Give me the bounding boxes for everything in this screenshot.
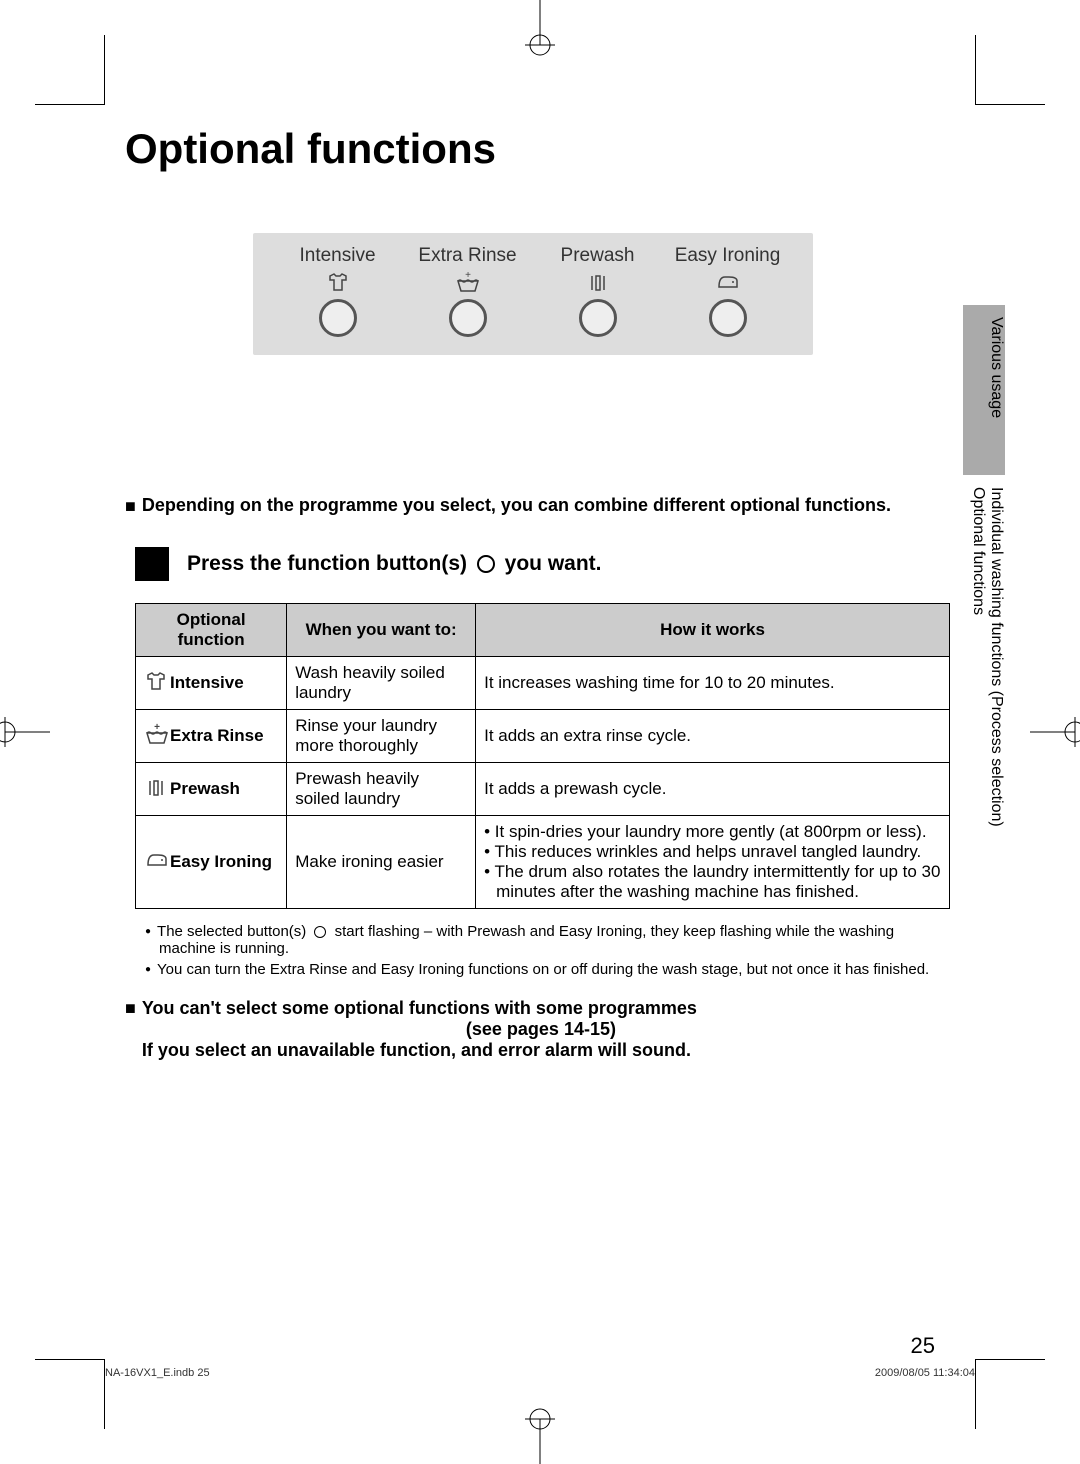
warning-line: If you select an unavailable function, a… xyxy=(142,1040,940,1061)
list-item: It spin-dries your laundry more gently (… xyxy=(484,822,941,842)
table-cell-function: Prewash xyxy=(136,763,287,816)
panel-button-intensive[interactable]: Intensive xyxy=(278,245,398,337)
step-text-after: you want. xyxy=(499,552,602,575)
panel-button-label: Intensive xyxy=(278,245,398,267)
button-panel: Intensive Extra Rinse + Prewash Easy Iro… xyxy=(253,233,813,355)
side-tab-topics: Individual washing functions (Process se… xyxy=(963,475,1005,827)
panel-button-label: Easy Ironing xyxy=(668,245,788,267)
step-text-before: Press the function button(s) xyxy=(187,552,473,575)
square-bullet-icon: ■ xyxy=(125,495,136,517)
prewash-icon xyxy=(144,777,164,802)
table-cell-function: Easy Ironing xyxy=(136,816,287,909)
notes-list: The selected button(s) start flashing – … xyxy=(145,923,940,978)
intro-text: Depending on the programme you select, y… xyxy=(142,495,891,517)
list-item: This reduces wrinkles and helps unravel … xyxy=(484,842,941,862)
table-cell-how: It increases washing time for 10 to 20 m… xyxy=(476,657,950,710)
intro-paragraph: ■ Depending on the programme you select,… xyxy=(125,495,940,517)
iron-icon xyxy=(668,271,788,293)
registration-mark xyxy=(520,1404,560,1464)
note-item: You can turn the Extra Rinse and Easy Ir… xyxy=(145,961,940,978)
basin-plus-icon: + xyxy=(408,271,528,293)
table-cell-how: It adds a prewash cycle. xyxy=(476,763,950,816)
table-header: Optional function xyxy=(136,604,287,657)
table-row: IntensiveWash heavily soiled laundryIt i… xyxy=(136,657,950,710)
panel-button-label: Extra Rinse xyxy=(408,245,528,267)
table-cell-how: It adds an extra rinse cycle. xyxy=(476,710,950,763)
warning-line: You can't select some optional functions… xyxy=(142,998,940,1019)
table-cell-when: Make ironing easier xyxy=(287,816,476,909)
table-cell-function: Intensive xyxy=(136,657,287,710)
panel-button-label: Prewash xyxy=(538,245,658,267)
table-header: When you want to: xyxy=(287,604,476,657)
button-circle-icon xyxy=(314,926,326,938)
step-text: Press the function button(s) you want. xyxy=(187,552,602,576)
list-item: The drum also rotates the laundry interm… xyxy=(484,862,941,902)
panel-button-circle[interactable] xyxy=(709,299,747,337)
footer-timestamp: 2009/08/05 11:34:04 xyxy=(875,1367,975,1379)
basin-plus-icon: + xyxy=(144,723,164,750)
panel-button-circle[interactable] xyxy=(579,299,617,337)
table-cell-when: Wash heavily soiled laundry xyxy=(287,657,476,710)
panel-button-extra-rinse[interactable]: Extra Rinse + xyxy=(408,245,528,337)
side-tab-topic: Optional functions xyxy=(970,487,987,615)
table-row: PrewashPrewash heavily soiled laundryIt … xyxy=(136,763,950,816)
square-bullet-icon: ■ xyxy=(125,998,136,1061)
page-title: Optional functions xyxy=(125,125,940,173)
table-cell-how: It spin-dries your laundry more gently (… xyxy=(476,816,950,909)
button-circle-icon xyxy=(477,555,495,573)
table-row: +Extra RinseRinse your laundry more thor… xyxy=(136,710,950,763)
shirt-icon xyxy=(278,271,398,293)
table-cell-function: +Extra Rinse xyxy=(136,710,287,763)
panel-button-prewash[interactable]: Prewash xyxy=(538,245,658,337)
table-header: How it works xyxy=(476,604,950,657)
panel-button-circle[interactable] xyxy=(449,299,487,337)
iron-icon xyxy=(144,851,164,874)
functions-table: Optional functionWhen you want to:How it… xyxy=(135,603,950,909)
prewash-icon xyxy=(538,271,658,293)
table-row: Easy IroningMake ironing easier It spin-d… xyxy=(136,816,950,909)
table-cell-when: Prewash heavily soiled laundry xyxy=(287,763,476,816)
side-tab-section: Various usage xyxy=(963,305,1005,475)
step-marker-icon xyxy=(135,547,169,581)
registration-mark xyxy=(520,0,560,60)
table-cell-when: Rinse your laundry more thoroughly xyxy=(287,710,476,763)
panel-button-circle[interactable] xyxy=(319,299,357,337)
warning-line: (see pages 14-15) xyxy=(142,1019,940,1040)
note-item: The selected button(s) start flashing – … xyxy=(145,923,940,957)
page-number: 25 xyxy=(911,1333,935,1359)
step-instruction: Press the function button(s) you want. xyxy=(135,547,940,581)
panel-button-easy-ironing[interactable]: Easy Ironing xyxy=(668,245,788,337)
warning-paragraph: ■ You can't select some optional functio… xyxy=(125,998,940,1061)
side-tab-topic: Individual washing functions (Process se… xyxy=(988,487,1005,827)
registration-mark xyxy=(0,712,50,752)
registration-mark xyxy=(1030,712,1080,752)
footer-filename: NA-16VX1_E.indb 25 xyxy=(105,1367,210,1379)
shirt-icon xyxy=(144,671,164,696)
